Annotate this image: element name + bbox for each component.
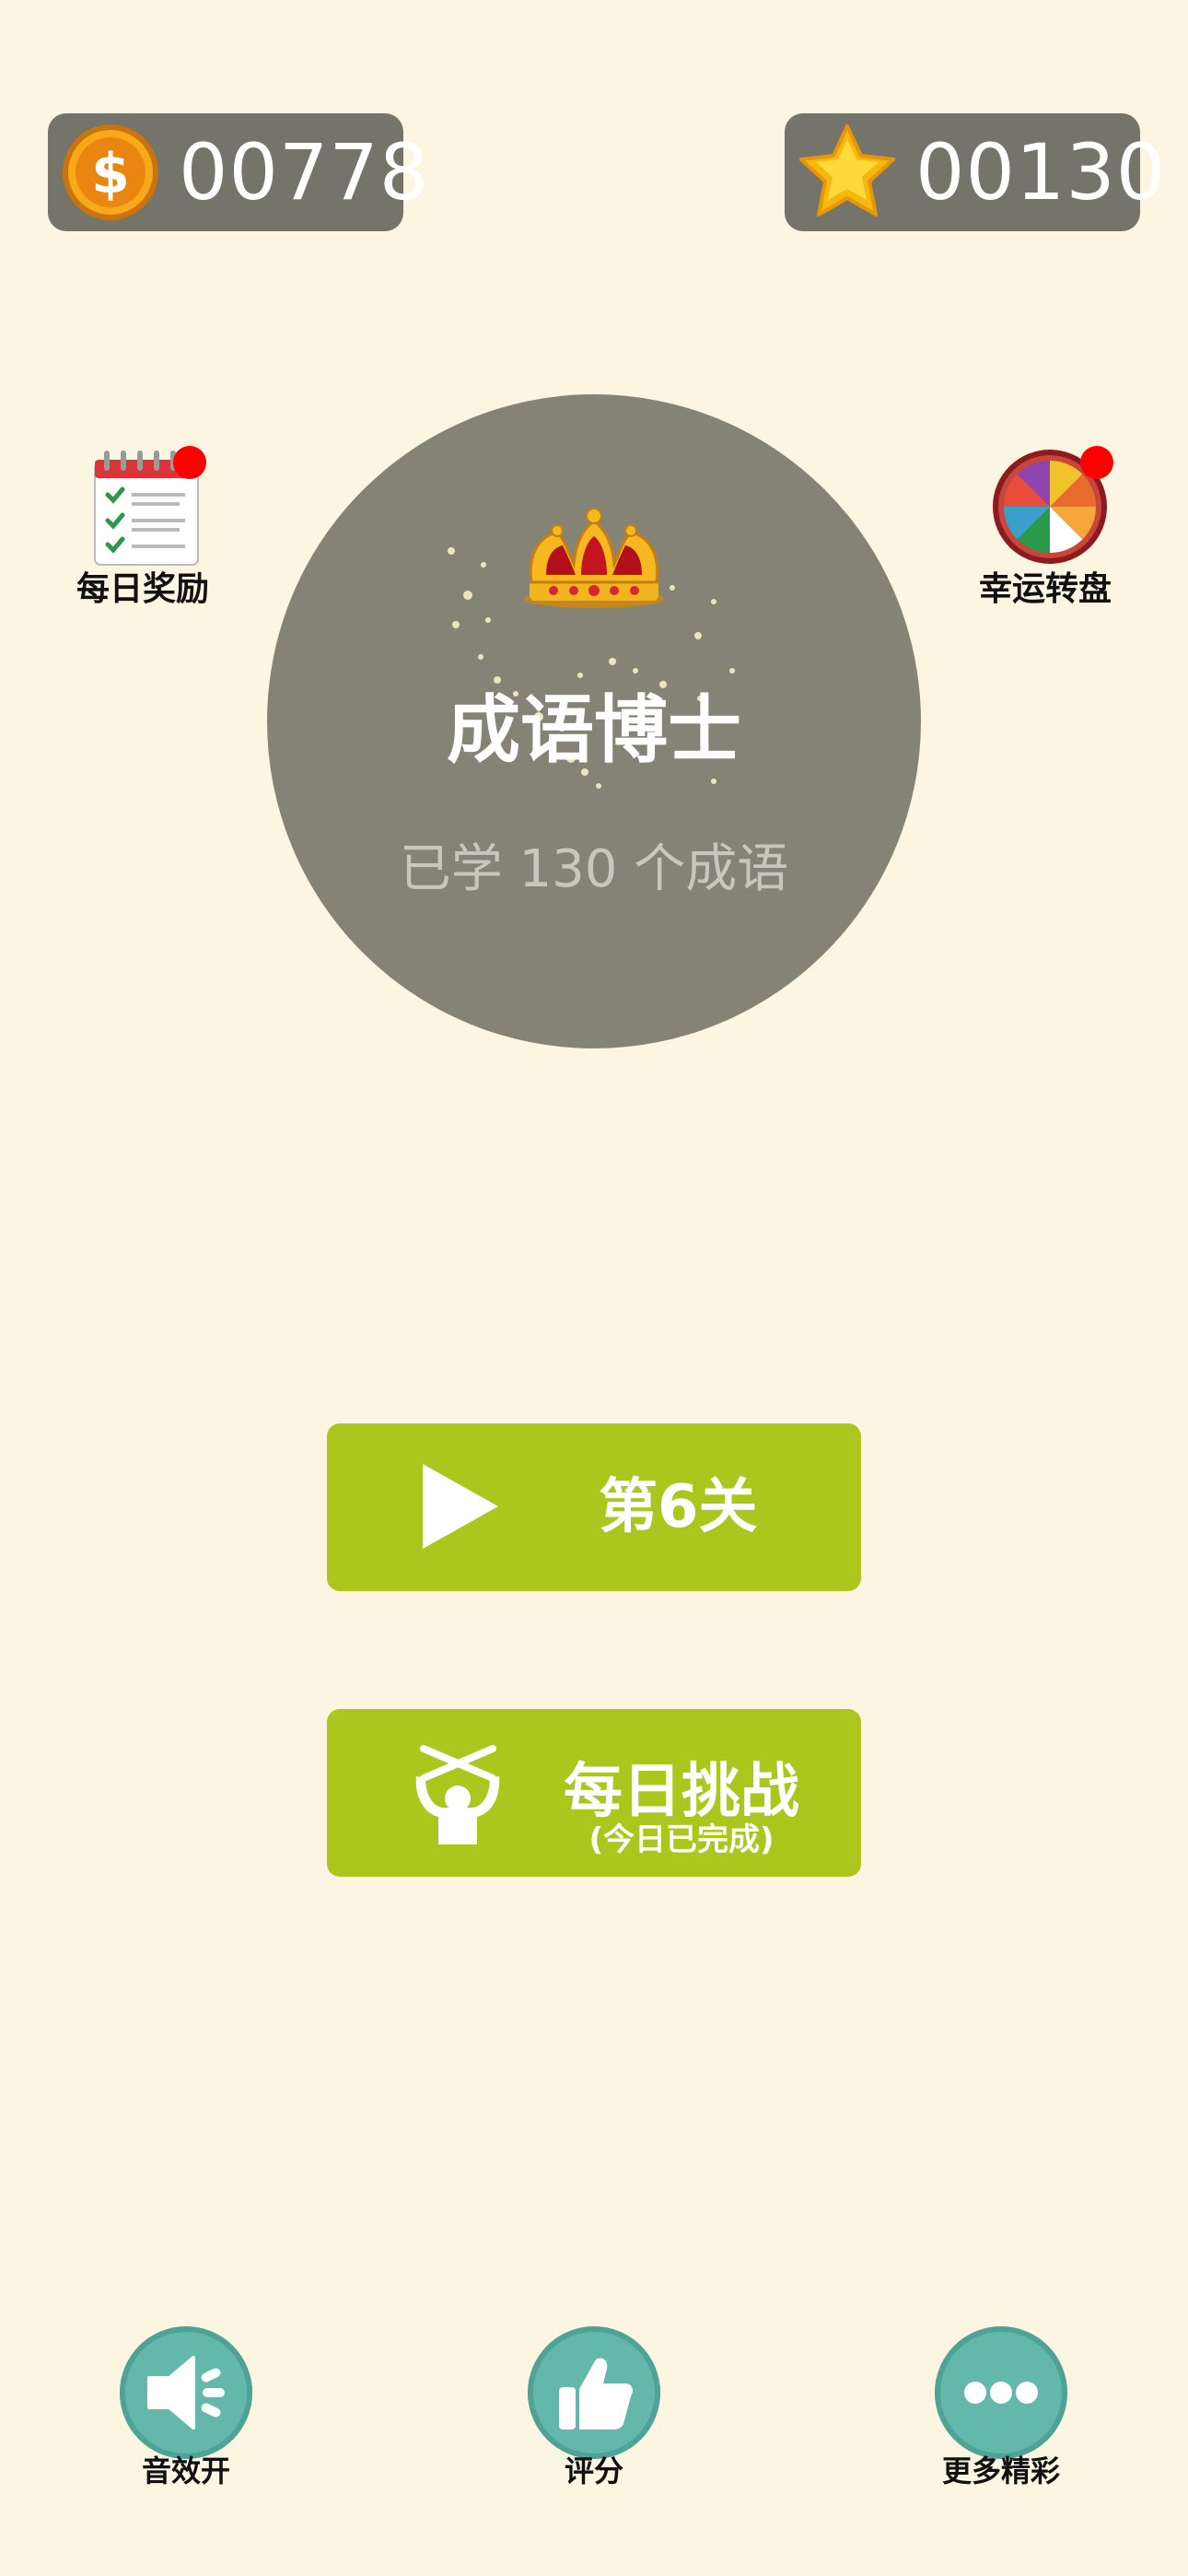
play-icon	[423, 1464, 498, 1549]
speaker-icon	[147, 2356, 225, 2430]
daily-reward-badge	[173, 446, 206, 479]
star-count: 00130	[915, 127, 1167, 217]
daily-reward-button[interactable]: 每日奖励	[55, 442, 230, 608]
coin-counter: $ 00778	[48, 113, 428, 231]
daily-challenge-button[interactable]: 每日挑战 (今日已完成)	[327, 1709, 861, 1877]
learned-count: 已学 130 个成语	[399, 839, 789, 899]
play-level-label: 第6关	[599, 1473, 758, 1541]
play-level-button[interactable]: 第6关	[327, 1423, 861, 1591]
daily-reward-label: 每日奖励	[76, 570, 209, 608]
more-dots-icon	[964, 2382, 1038, 2404]
crown-icon	[524, 508, 664, 608]
rate-button-circle	[528, 2326, 660, 2459]
lucky-wheel-button[interactable]: 幸运转盘	[958, 442, 1133, 608]
sound-button-circle	[120, 2326, 252, 2459]
rate-label: 评分	[564, 2453, 623, 2488]
sound-toggle-button[interactable]: 音效开	[85, 2326, 287, 2492]
thumbs-up-icon	[559, 2358, 633, 2430]
coin-icon: $	[63, 124, 158, 220]
lucky-wheel-label: 幸运转盘	[978, 570, 1112, 608]
star-counter: 00130	[785, 113, 1165, 231]
more-button-circle	[935, 2326, 1067, 2459]
sound-label: 音效开	[141, 2453, 230, 2488]
more-label: 更多精彩	[941, 2453, 1060, 2488]
daily-challenge-status: (今日已完成)	[588, 1821, 775, 1858]
profile-title: 成语博士	[447, 687, 741, 773]
more-button[interactable]: 更多精彩	[900, 2326, 1102, 2492]
star-icon	[799, 124, 895, 217]
rate-button[interactable]: 评分	[493, 2326, 695, 2492]
lucky-wheel-badge	[1080, 446, 1113, 479]
coin-count: 00778	[179, 127, 430, 217]
svg-text:$: $	[91, 142, 130, 206]
profile-badge: 成语博士 已学 130 个成语	[267, 394, 921, 1048]
challenge-icon	[415, 1745, 500, 1844]
